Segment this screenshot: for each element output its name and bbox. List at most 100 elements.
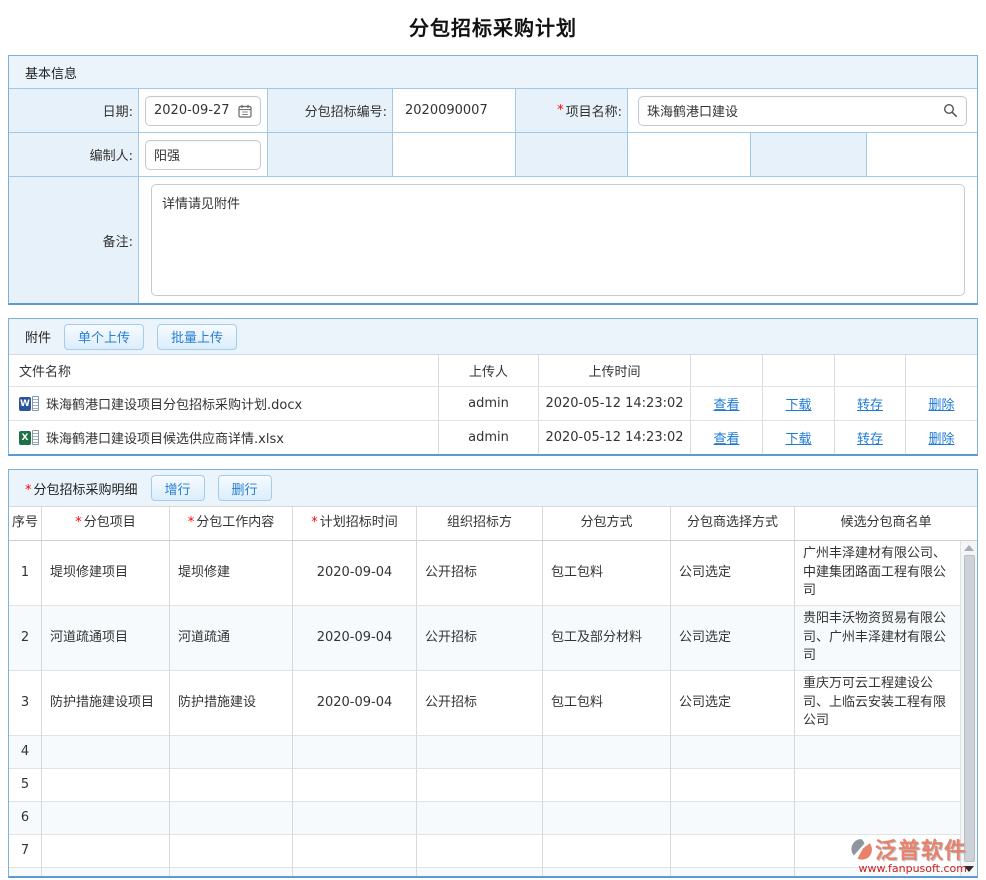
date-input-box[interactable] [145, 96, 261, 126]
cell-project[interactable]: 河道疏通项目 [42, 606, 170, 671]
action-header [763, 355, 835, 387]
cell-project[interactable]: 防护措施建设项目 [42, 671, 170, 736]
cell-selection[interactable] [671, 769, 795, 802]
page-title: 分包招标采购计划 [0, 0, 986, 55]
file-row-time: 2020-05-12 14:23:02 [539, 387, 691, 421]
cell-mode[interactable]: 包工及部分材料 [543, 606, 671, 671]
table-row-partial [543, 868, 671, 876]
cell-plan-time[interactable]: 2020-09-04 [293, 671, 417, 736]
cell-plan-time[interactable]: 2020-09-04 [293, 541, 417, 606]
delete-row-button[interactable]: 删行 [218, 475, 272, 501]
detail-title: *分包招标采购明细 [25, 479, 138, 498]
cell-candidates[interactable] [795, 736, 977, 769]
cell-organizer[interactable] [417, 736, 543, 769]
project-label: 项目名称: [566, 101, 622, 120]
cell-project[interactable] [42, 769, 170, 802]
cell-organizer[interactable] [417, 802, 543, 835]
cell-plan-time[interactable] [293, 769, 417, 802]
single-upload-button[interactable]: 单个上传 [64, 324, 144, 350]
calendar-icon[interactable] [238, 104, 252, 118]
empty-value-cell [393, 133, 516, 177]
word-file-icon: W [19, 396, 39, 411]
cell-organizer[interactable] [417, 769, 543, 802]
vendor-logo-icon [851, 838, 873, 860]
cell-candidates[interactable] [795, 802, 977, 835]
file-action-cell: 删除 [906, 421, 977, 454]
col-header-work: *分包工作内容 [170, 507, 293, 541]
download-link[interactable]: 下载 [785, 394, 811, 413]
file-row-uploader: admin [439, 387, 539, 421]
cell-work[interactable] [170, 835, 293, 868]
col-header-organizer: 组织招标方 [417, 507, 543, 541]
action-header [835, 355, 906, 387]
file-action-cell: 转存 [835, 387, 906, 421]
cell-selection[interactable] [671, 835, 795, 868]
project-input[interactable] [647, 103, 943, 118]
row-no: 2 [9, 606, 42, 671]
cell-candidates[interactable]: 重庆万可云工程建设公司、上临云安装工程有限公司 [795, 671, 977, 736]
cell-organizer[interactable] [417, 835, 543, 868]
delete-link[interactable]: 删除 [928, 394, 954, 413]
remark-label-cell: 备注: [9, 177, 139, 303]
view-link[interactable]: 查看 [713, 394, 739, 413]
cell-candidates[interactable]: 广州丰泽建材有限公司、中建集团路面工程有限公司 [795, 541, 977, 606]
cell-mode[interactable]: 包工包料 [543, 541, 671, 606]
cell-plan-time[interactable] [293, 802, 417, 835]
add-row-button[interactable]: 增行 [151, 475, 205, 501]
cell-work[interactable]: 防护措施建设 [170, 671, 293, 736]
batch-upload-button[interactable]: 批量上传 [157, 324, 237, 350]
view-link[interactable]: 查看 [713, 428, 739, 447]
cell-plan-time[interactable] [293, 736, 417, 769]
cell-project[interactable] [42, 835, 170, 868]
cell-work[interactable] [170, 736, 293, 769]
cell-project[interactable]: 堤坝修建项目 [42, 541, 170, 606]
cell-candidates[interactable] [795, 769, 977, 802]
cell-plan-time[interactable]: 2020-09-04 [293, 606, 417, 671]
project-required-mark: * [557, 103, 564, 118]
transfer-link[interactable]: 转存 [857, 428, 883, 447]
scroll-up-icon[interactable] [964, 545, 974, 551]
cell-work[interactable] [170, 802, 293, 835]
search-icon[interactable] [943, 103, 958, 118]
date-input[interactable] [154, 103, 238, 118]
table-row-partial [671, 868, 795, 876]
cell-organizer[interactable]: 公开招标 [417, 606, 543, 671]
creator-input[interactable] [154, 147, 252, 162]
cell-selection[interactable] [671, 736, 795, 769]
cell-organizer[interactable]: 公开招标 [417, 671, 543, 736]
file-name-text: 珠海鹤港口建设项目候选供应商详情.xlsx [46, 428, 284, 447]
cell-mode[interactable]: 包工包料 [543, 671, 671, 736]
cell-work[interactable] [170, 769, 293, 802]
creator-value-cell [139, 133, 268, 177]
cell-mode[interactable] [543, 736, 671, 769]
cell-work[interactable]: 堤坝修建 [170, 541, 293, 606]
detail-table-scrollbar[interactable] [960, 541, 977, 876]
cell-plan-time[interactable] [293, 835, 417, 868]
cell-mode[interactable] [543, 802, 671, 835]
cell-mode[interactable] [543, 769, 671, 802]
cell-selection[interactable]: 公司选定 [671, 671, 795, 736]
col-header-plan-time: *计划招标时间 [293, 507, 417, 541]
transfer-link[interactable]: 转存 [857, 394, 883, 413]
cell-selection[interactable]: 公司选定 [671, 606, 795, 671]
row-no: 6 [9, 802, 42, 835]
cell-mode[interactable] [543, 835, 671, 868]
download-link[interactable]: 下载 [785, 428, 811, 447]
cell-project[interactable] [42, 736, 170, 769]
cell-selection[interactable] [671, 802, 795, 835]
attachments-section: 附件 单个上传 批量上传 文件名称 上传人 上传时间 W 珠海鹤港口建设项目分包… [8, 318, 978, 456]
cell-project[interactable] [42, 802, 170, 835]
remark-textarea[interactable]: 详情请见附件 [151, 184, 965, 296]
delete-link[interactable]: 删除 [928, 428, 954, 447]
vendor-watermark: 泛普软件 www.fanpusoft.com [851, 833, 967, 875]
empty-label-cell [516, 133, 628, 177]
cell-selection[interactable]: 公司选定 [671, 541, 795, 606]
scrollbar-thumb[interactable] [964, 555, 975, 862]
attachments-header: 附件 单个上传 批量上传 [9, 319, 977, 355]
project-input-box[interactable] [638, 96, 967, 126]
cell-candidates[interactable]: 贵阳丰沃物资贸易有限公司、广州丰泽建材有限公司 [795, 606, 977, 671]
cell-organizer[interactable]: 公开招标 [417, 541, 543, 606]
creator-input-box[interactable] [145, 140, 261, 170]
cell-work[interactable]: 河道疏通 [170, 606, 293, 671]
file-action-cell: 删除 [906, 387, 977, 421]
